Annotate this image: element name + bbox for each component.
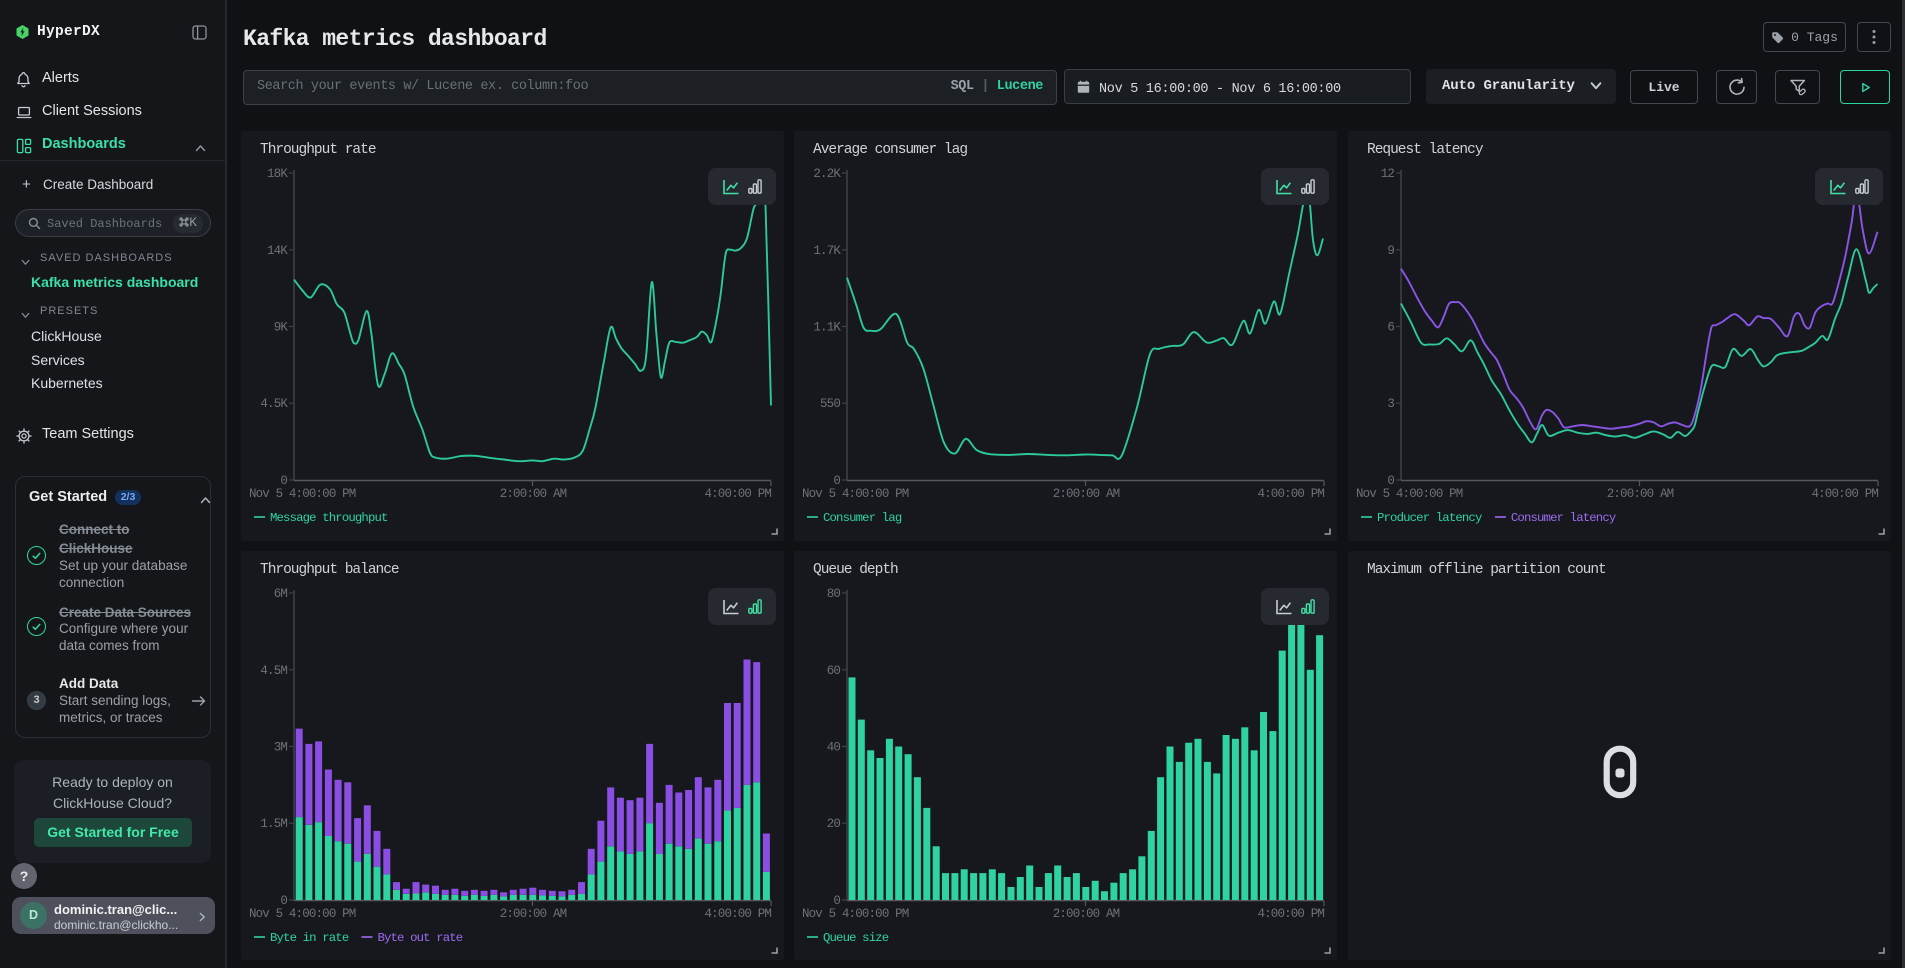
svg-text:0: 0 [833,894,840,908]
svg-text:Nov 5 4:00:00 PM: Nov 5 4:00:00 PM [249,907,356,921]
svg-text:9: 9 [1387,244,1394,258]
svg-text:Nov 5 4:00:00 PM: Nov 5 4:00:00 PM [249,487,356,501]
svg-text:4:00:00 PM: 4:00:00 PM [704,907,771,921]
svg-text:Producer latency: Producer latency [1377,511,1482,525]
svg-text:2:00:00 AM: 2:00:00 AM [500,487,567,501]
svg-text:2.2K: 2.2K [813,167,841,181]
svg-text:0: 0 [1387,474,1394,488]
svg-text:6M: 6M [274,587,288,601]
svg-text:Nov 5 4:00:00 PM: Nov 5 4:00:00 PM [802,907,909,921]
svg-text:2:00:00 AM: 2:00:00 AM [500,907,567,921]
svg-text:40: 40 [827,741,841,755]
svg-text:12: 12 [1381,167,1395,181]
svg-text:Consumer lag: Consumer lag [823,511,902,525]
svg-text:6: 6 [1387,321,1394,335]
svg-text:2:00:00 AM: 2:00:00 AM [1053,487,1120,501]
svg-text:3M: 3M [274,741,288,755]
svg-text:18K: 18K [267,167,288,181]
svg-text:Nov 5 4:00:00 PM: Nov 5 4:00:00 PM [802,487,909,501]
svg-text:Nov 5 4:00:00 PM: Nov 5 4:00:00 PM [1356,487,1463,501]
svg-text:Message throughput: Message throughput [270,511,388,525]
svg-text:Consumer latency: Consumer latency [1511,511,1616,525]
svg-text:4.5M: 4.5M [260,664,287,678]
svg-text:Queue size: Queue size [823,931,889,945]
svg-text:4:00:00 PM: 4:00:00 PM [1811,487,1878,501]
svg-text:14K: 14K [267,244,288,258]
svg-text:60: 60 [827,664,841,678]
svg-text:2:00:00 AM: 2:00:00 AM [1053,907,1120,921]
svg-text:Byte out rate: Byte out rate [377,931,462,945]
svg-text:2:00:00 AM: 2:00:00 AM [1607,487,1674,501]
svg-text:4:00:00 PM: 4:00:00 PM [1257,487,1324,501]
svg-text:3: 3 [1387,397,1394,411]
svg-text:550: 550 [820,397,840,411]
svg-text:0: 0 [280,894,287,908]
svg-text:Byte in rate: Byte in rate [270,931,349,945]
svg-text:80: 80 [827,587,841,601]
svg-text:4:00:00 PM: 4:00:00 PM [1257,907,1324,921]
svg-text:0: 0 [833,474,840,488]
svg-text:4:00:00 PM: 4:00:00 PM [704,487,771,501]
svg-text:1.1K: 1.1K [813,321,841,335]
svg-text:1.7K: 1.7K [813,244,841,258]
svg-text:9K: 9K [274,321,289,335]
svg-text:1.5M: 1.5M [260,817,287,831]
svg-text:0: 0 [280,474,287,488]
svg-text:4.5K: 4.5K [260,397,288,411]
svg-text:20: 20 [827,817,841,831]
